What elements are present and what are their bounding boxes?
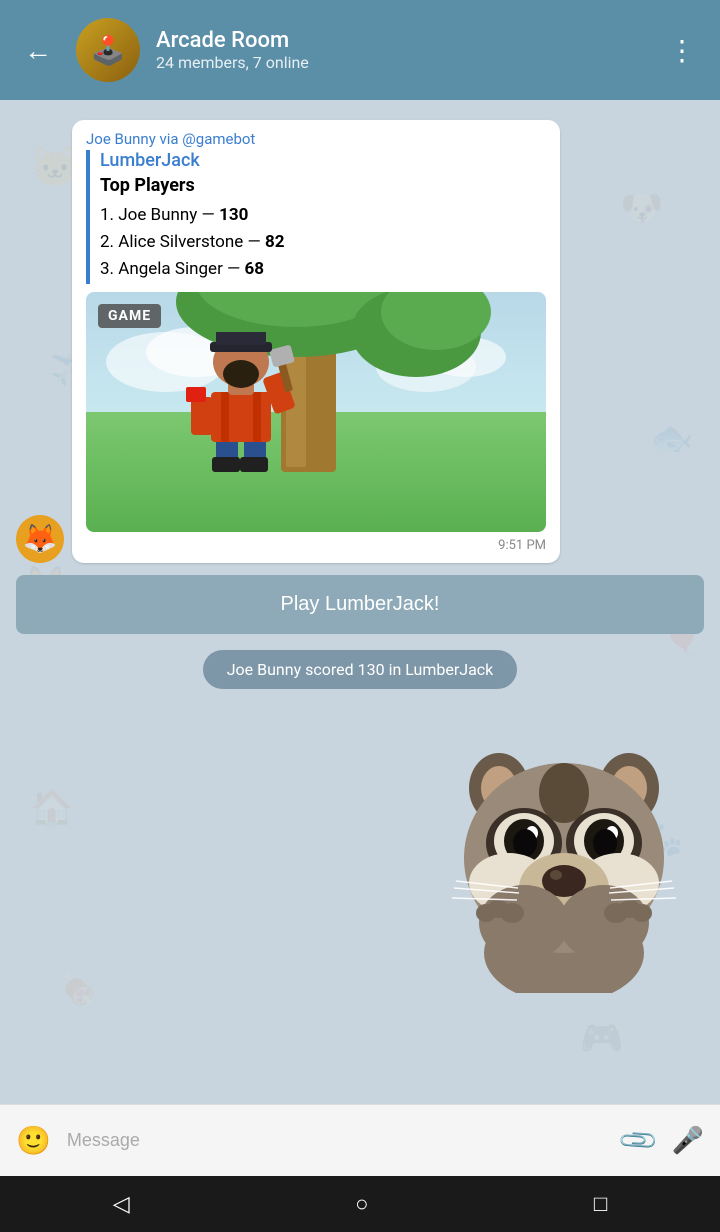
group-avatar: 🕹️ — [76, 18, 140, 82]
score-title: Top Players — [100, 175, 546, 196]
player-3: 3. Angela Singer — 68 — [100, 256, 546, 283]
game-info-block: LumberJack Top Players 1. Joe Bunny — 13… — [86, 150, 546, 284]
more-options-button[interactable]: ⋮ — [660, 26, 704, 75]
message-bubble: Joe Bunny via @gamebot LumberJack Top Pl… — [72, 120, 560, 563]
message-input[interactable] — [67, 1130, 607, 1151]
input-bar: 🙂 📎 🎤 — [0, 1104, 720, 1176]
mic-button[interactable]: 🎤 — [672, 1126, 704, 1156]
sticker-container — [0, 705, 720, 1001]
attach-button[interactable]: 📎 — [617, 1118, 661, 1162]
raccoon-sticker — [424, 713, 704, 993]
score-notification: Joe Bunny scored 130 in LumberJack — [0, 642, 720, 705]
score-notification-text: Joe Bunny scored 130 in LumberJack — [203, 650, 518, 689]
game-title: LumberJack — [100, 150, 546, 171]
player-2: 2. Alice Silverstone — 82 — [100, 229, 546, 256]
header-info: Arcade Room 24 members, 7 online — [156, 28, 644, 72]
back-button[interactable]: ← — [16, 26, 60, 75]
message-container: 🦊 Joe Bunny via @gamebot LumberJack Top … — [0, 116, 720, 567]
nav-home-button[interactable]: ○ — [331, 1183, 392, 1225]
group-name: Arcade Room — [156, 28, 644, 53]
sender-line: Joe Bunny via @gamebot — [86, 130, 546, 148]
group-subtitle: 24 members, 7 online — [156, 53, 644, 72]
sender-avatar: 🦊 — [16, 515, 64, 563]
nav-recent-button[interactable]: □ — [570, 1183, 631, 1225]
navigation-bar: ◁ ○ □ — [0, 1176, 720, 1232]
sender-name: Joe Bunny via @gamebot — [86, 130, 255, 148]
chat-scroll-area[interactable]: 🦊 Joe Bunny via @gamebot LumberJack Top … — [0, 100, 720, 1084]
message-time: 9:51 PM — [86, 538, 546, 553]
game-label: GAME — [98, 304, 161, 328]
play-lumberjack-button[interactable]: Play LumberJack! — [16, 575, 704, 634]
player-1: 1. Joe Bunny — 130 — [100, 202, 546, 229]
game-image: GAME — [86, 292, 546, 532]
chat-background: 🐱 🐶 ✈️ 🐟 🦊 🎈 🏠 🐾 🍖 🎮 🦊 Joe Bunny via @ga… — [0, 100, 720, 1084]
play-button-container: Play LumberJack! — [0, 567, 720, 642]
chat-header: ← 🕹️ Arcade Room 24 members, 7 online ⋮ — [0, 0, 720, 100]
nav-back-button[interactable]: ◁ — [89, 1184, 154, 1225]
game-scene: GAME — [86, 292, 546, 532]
emoji-button[interactable]: 🙂 — [16, 1124, 51, 1157]
